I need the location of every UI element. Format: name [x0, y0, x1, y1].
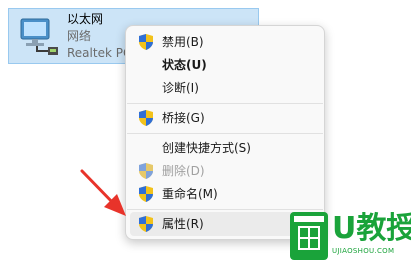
menu-item-diagnose[interactable]: 诊断(I) [130, 76, 320, 100]
logo-badge-icon [290, 212, 328, 260]
menu-item-label: 桥接(G) [162, 111, 205, 125]
shield-icon [139, 186, 153, 202]
shield-icon [139, 110, 153, 126]
menu-item-label: 诊断(I) [162, 81, 199, 95]
menu-item-create-shortcut[interactable]: 创建快捷方式(S) [130, 136, 320, 160]
menu-item-label: 状态(U) [162, 58, 207, 72]
menu-item-disable[interactable]: 禁用(B) [130, 30, 320, 54]
watermark-logo: U教授 UJIAOSHOU.COM [286, 210, 411, 262]
menu-separator [127, 103, 323, 104]
logo-url: UJIAOSHOU.COM [332, 247, 395, 255]
shield-icon [139, 34, 153, 50]
adapter-name: 以太网 [67, 12, 104, 26]
menu-separator [127, 133, 323, 134]
shield-icon [139, 216, 153, 232]
logo-text: U教授 [332, 211, 411, 246]
menu-item-label: 重命名(M) [162, 187, 218, 201]
menu-item-bridge[interactable]: 桥接(G) [130, 106, 320, 130]
menu-item-label: 属性(R) [162, 217, 204, 231]
menu-item-delete: 删除(D) [130, 159, 320, 183]
menu-item-label: 禁用(B) [162, 35, 204, 49]
context-menu: 禁用(B) 状态(U) 诊断(I) 桥接(G) 创建快捷方式(S) 删除(D) [125, 25, 325, 240]
menu-item-label: 删除(D) [162, 164, 205, 178]
menu-item-rename[interactable]: 重命名(M) [130, 182, 320, 206]
shield-icon [139, 163, 153, 179]
menu-item-status[interactable]: 状态(U) [130, 53, 320, 77]
menu-item-label: 创建快捷方式(S) [162, 141, 251, 155]
network-adapter-icon [20, 18, 58, 55]
